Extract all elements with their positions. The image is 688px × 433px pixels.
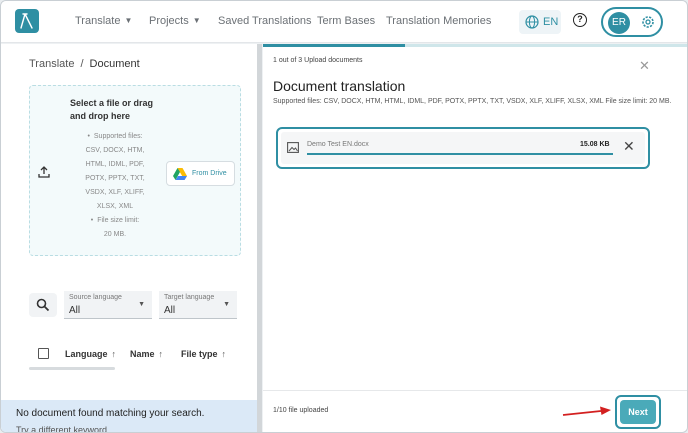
breadcrumb-root[interactable]: Translate [29,58,74,70]
file-name: Demo Test EN.docx [307,141,369,148]
step-progress-bar [263,44,687,47]
column-language[interactable]: Language ↑ [65,349,116,359]
from-drive-button[interactable]: From Drive [166,161,235,186]
target-language-label: Target language [164,294,215,301]
sort-arrow-icon: ↑ [221,349,227,359]
nav-projects[interactable]: Projects ▼ [149,15,201,27]
gear-icon[interactable] [640,14,656,30]
column-name-label: Name [130,349,155,359]
nav-translate[interactable]: Translate ▼ [75,15,132,27]
horizontal-scrollbar[interactable] [29,367,115,370]
nav-translate-label: Translate [75,15,121,27]
file-dropzone[interactable]: Select a file or drag and drop here • Sup… [29,85,241,256]
column-file-type[interactable]: File type ↑ [181,349,226,359]
google-drive-icon [173,168,187,180]
remove-file-icon[interactable]: ✕ [623,138,635,155]
file-size: 15.08 KB [580,141,610,148]
dropdown-arrow-icon: ▼ [138,301,145,308]
search-button[interactable] [29,293,57,317]
column-language-label: Language [65,349,108,359]
file-row: Demo Test EN.docx 15.08 KB ✕ [281,132,645,164]
source-language-value: All [69,305,81,316]
empty-state: No document found matching your search. … [1,400,257,433]
table-header: Language ↑ Name ↑ File type ↑ [29,340,251,368]
upload-dialog: 1 out of 3 Upload documents ✕ Document t… [263,44,687,432]
step-progress-fill [263,44,405,47]
lambda-logo-icon[interactable] [15,9,39,33]
file-size-label: File size limit: [97,217,140,224]
from-drive-label: From Drive [192,170,227,177]
sort-arrow-icon: ↑ [158,349,164,359]
target-language-select[interactable]: Target language All ▼ [159,291,237,319]
document-list-panel: Translate / Document Select a file or drag… [1,44,257,433]
dialog-title: Document translation [273,78,406,94]
globe-icon [525,15,539,29]
select-all-checkbox[interactable] [38,348,49,359]
top-nav: Translate ▼ Projects ▼ Saved Translations … [1,1,687,43]
help-circle-icon[interactable]: ? [573,13,587,27]
file-size-value: 20 MB. [103,231,127,238]
breadcrumb-current: Document [89,58,140,70]
supported-files-note: Supported files: CSV, DOCX, HTM, HTML, I… [273,98,672,105]
dropzone-requirements: • Supported files: CSV, DOCX, HTM, HTML, … [78,130,152,242]
upload-count: 1/10 file uploaded [273,407,329,414]
nav-term-bases[interactable]: Term Bases [317,15,375,27]
nav-projects-label: Projects [149,15,189,27]
supported-files-label: Supported files: [93,133,143,140]
target-language-value: All [164,305,176,316]
uploaded-file-item: Demo Test EN.docx 15.08 KB ✕ [276,127,650,169]
user-menu[interactable]: ER [601,7,663,37]
file-upload-progress [307,153,613,155]
footer-divider [263,390,687,391]
red-arrow-annotation-icon [562,406,611,416]
source-language-label: Source language [69,294,122,301]
nav-saved-translations[interactable]: Saved Translations [218,15,312,27]
close-icon[interactable]: ✕ [639,58,650,74]
column-name[interactable]: Name ↑ [130,349,163,359]
dropzone-title: Select a file or drag and drop here [70,98,154,121]
language-selector[interactable]: EN [519,10,561,34]
breadcrumb: Translate / Document [29,58,140,70]
empty-state-subtitle: Try a different keyword. [16,425,110,433]
column-file-type-label: File type [181,349,218,359]
avatar[interactable]: ER [608,12,630,34]
supported-files-types: CSV, DOCX, HTM, HTML, IDML, PDF, POTX, P… [85,147,145,210]
chevron-down-icon: ▼ [124,16,133,25]
breadcrumb-separator: / [80,58,84,70]
vertical-scrollbar[interactable] [257,44,262,432]
upload-icon [38,166,50,178]
app-window: Translate ▼ Projects ▼ Saved Translations … [0,0,688,433]
sort-arrow-icon: ↑ [111,349,117,359]
chevron-down-icon: ▼ [192,16,201,25]
next-button-highlight: Next [615,395,661,429]
step-indicator: 1 out of 3 Upload documents [273,57,363,64]
source-language-select[interactable]: Source language All ▼ [64,291,152,319]
nav-translation-memories[interactable]: Translation Memories [386,15,491,27]
dropdown-arrow-icon: ▼ [223,301,230,308]
empty-state-title: No document found matching your search. [16,408,205,419]
search-icon [36,298,50,312]
next-button[interactable]: Next [620,400,656,424]
language-code: EN [543,16,559,28]
image-file-icon [287,142,299,153]
